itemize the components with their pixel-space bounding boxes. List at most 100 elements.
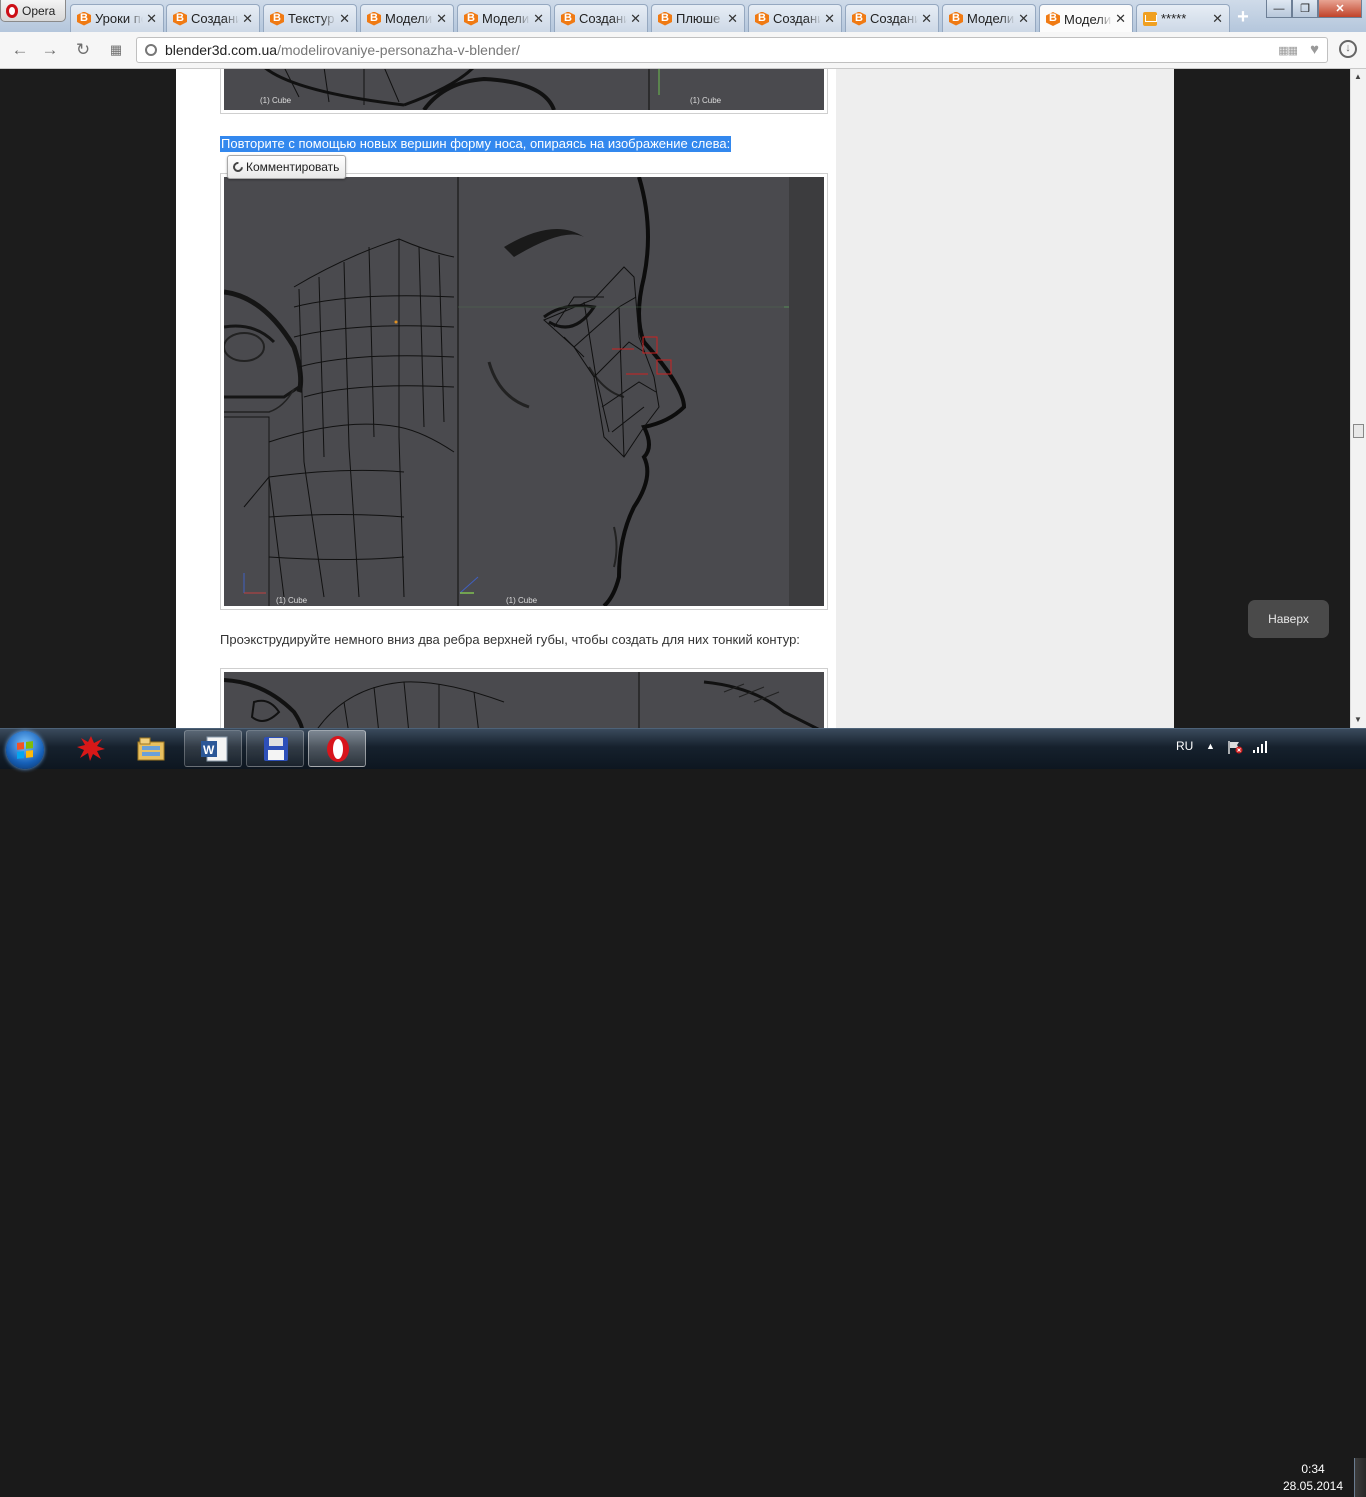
tab-strip: Opera Уроки по ✕ Создание ✕ Текстур ✕ Мо… xyxy=(0,0,1366,33)
tab-close-icon[interactable]: ✕ xyxy=(533,11,544,27)
blender3d-favicon-icon xyxy=(464,11,478,26)
floppy-save-icon xyxy=(264,737,288,761)
tab[interactable]: ***** ✕ xyxy=(1136,4,1230,32)
opera-logo-icon xyxy=(6,3,18,18)
clock-time: 0:34 xyxy=(1301,1462,1325,1476)
tab-title: Модели xyxy=(385,11,433,26)
article-image-lips xyxy=(220,668,828,728)
tab[interactable]: Создани ✕ xyxy=(748,4,842,32)
blender-viewport-image: (1) Cube (1) Cube xyxy=(224,69,824,110)
tab-active[interactable]: Модели ✕ xyxy=(1039,4,1133,33)
tab[interactable]: Модели ✕ xyxy=(457,4,551,32)
start-button[interactable] xyxy=(6,731,44,769)
taskbar-app[interactable] xyxy=(62,730,120,767)
blender3d-favicon-icon xyxy=(755,11,769,26)
action-center-flag-icon[interactable] xyxy=(1227,740,1243,754)
comment-button-label: Комментировать xyxy=(246,160,340,174)
blender3d-favicon-icon xyxy=(949,11,963,26)
bookmark-heart-icon[interactable]: ♥ xyxy=(1310,41,1319,58)
tab[interactable]: Текстур ✕ xyxy=(263,4,357,32)
tab[interactable]: Модели ✕ xyxy=(360,4,454,32)
blender3d-favicon-icon xyxy=(561,11,575,26)
taskbar-app-active[interactable] xyxy=(308,730,366,767)
url-path: /modelirovaniye-personazha-v-blender/ xyxy=(277,42,520,58)
opera-icon xyxy=(327,736,349,762)
stash-grid-icon[interactable]: ▦▦ xyxy=(1278,44,1298,57)
blender3d-favicon-icon xyxy=(367,11,381,26)
scrollbar-thumb[interactable] xyxy=(1353,424,1364,438)
taskbar-app[interactable] xyxy=(122,730,180,767)
download-icon[interactable]: ↓ xyxy=(1339,40,1357,58)
language-indicator[interactable]: RU xyxy=(1176,739,1193,753)
vertical-scrollbar[interactable]: ▲ ▼ xyxy=(1350,69,1366,728)
tab-title: Модели xyxy=(967,11,1015,26)
tab-close-icon[interactable]: ✕ xyxy=(824,11,835,27)
tab[interactable]: Плюше ✕ xyxy=(651,4,745,32)
tab-title: ***** xyxy=(1161,11,1187,26)
article-image-nose: (1) Cube (1) Cube xyxy=(220,173,828,610)
tab-title: Создание xyxy=(191,11,239,26)
tab-title: Модели xyxy=(482,11,530,26)
opera-menu-button[interactable]: Opera xyxy=(0,0,66,22)
tab[interactable]: Уроки по ✕ xyxy=(70,4,164,32)
selected-paragraph[interactable]: Повторите с помощью новых вершин форму н… xyxy=(220,136,732,152)
speed-dial-grid-icon[interactable]: ▦ xyxy=(106,40,126,60)
close-window-icon[interactable]: ✕ xyxy=(1318,0,1362,18)
blender3d-favicon-icon xyxy=(77,11,91,26)
network-signal-icon[interactable] xyxy=(1252,740,1268,754)
blender3d-favicon-icon xyxy=(658,11,672,26)
system-clock[interactable]: 0:34 28.05.2014 xyxy=(1278,1461,1348,1495)
tab-title: Создани xyxy=(870,11,919,26)
tab[interactable]: Создание ✕ xyxy=(166,4,260,32)
forward-arrow-icon[interactable]: → xyxy=(40,40,60,60)
tab[interactable]: Создани ✕ xyxy=(845,4,939,32)
scroll-down-icon[interactable]: ▼ xyxy=(1354,715,1362,724)
tab-close-icon[interactable]: ✕ xyxy=(242,11,253,27)
tab-close-icon[interactable]: ✕ xyxy=(339,11,350,27)
file-explorer-icon xyxy=(137,737,165,761)
viewport-label: (1) Cube xyxy=(506,596,538,605)
tab-title: Текстур xyxy=(288,11,335,26)
tab-close-icon[interactable]: ✕ xyxy=(1115,11,1126,27)
taskbar-app[interactable] xyxy=(246,730,304,767)
minimize-icon[interactable]: — xyxy=(1266,0,1292,18)
taskbar: W 0:34 28.05.2014 xyxy=(0,728,1366,1497)
tab-title: Уроки по xyxy=(95,11,144,26)
window-controls: — ❐ ✕ xyxy=(1266,0,1362,18)
tab-close-icon[interactable]: ✕ xyxy=(630,11,641,27)
back-to-top-button[interactable]: Наверх xyxy=(1248,600,1329,638)
page-viewport: (1) Cube (1) Cube Повторите с помощью но… xyxy=(0,69,1350,728)
tab-title: Плюше xyxy=(676,11,721,26)
tab-close-icon[interactable]: ✕ xyxy=(727,11,738,27)
address-field[interactable]: blender3d.com.ua /modelirovaniye-persona… xyxy=(136,37,1328,63)
tab-close-icon[interactable]: ✕ xyxy=(1212,11,1223,27)
new-tab-button[interactable]: + xyxy=(1234,7,1252,27)
article-paragraph: Проэкструдируйте немного вниз два ребра … xyxy=(220,632,800,647)
tab-title: Создани xyxy=(579,11,628,26)
blender-viewport-image xyxy=(224,672,824,728)
maximize-icon[interactable]: ❐ xyxy=(1292,0,1318,18)
tab-close-icon[interactable]: ✕ xyxy=(146,11,157,27)
taskbar-app[interactable]: W xyxy=(184,730,242,767)
reload-icon[interactable]: ↻ xyxy=(73,40,93,60)
viewport-label: (1) Cube xyxy=(276,596,308,605)
scroll-up-icon[interactable]: ▲ xyxy=(1354,72,1362,81)
svg-text:W: W xyxy=(203,743,215,757)
back-arrow-icon[interactable]: ← xyxy=(10,40,30,60)
mail-favicon-icon xyxy=(1143,11,1157,26)
comment-button[interactable]: Комментировать xyxy=(227,155,347,179)
red-splat-app-icon xyxy=(77,736,105,761)
article-column: (1) Cube (1) Cube Повторите с помощью но… xyxy=(176,69,836,728)
page-body: (1) Cube (1) Cube Повторите с помощью но… xyxy=(176,69,1174,728)
url-host: blender3d.com.ua xyxy=(165,42,278,58)
show-desktop-button[interactable] xyxy=(1354,1458,1366,1497)
tab-close-icon[interactable]: ✕ xyxy=(1018,11,1029,27)
site-info-icon[interactable] xyxy=(145,44,157,56)
comment-icon xyxy=(230,159,246,175)
word-icon: W xyxy=(201,736,228,762)
tab[interactable]: Модели ✕ xyxy=(942,4,1036,32)
tab-close-icon[interactable]: ✕ xyxy=(921,11,932,27)
tab[interactable]: Создани ✕ xyxy=(554,4,648,32)
tray-expand-icon[interactable]: ▲ xyxy=(1206,741,1215,751)
tab-close-icon[interactable]: ✕ xyxy=(436,11,447,27)
